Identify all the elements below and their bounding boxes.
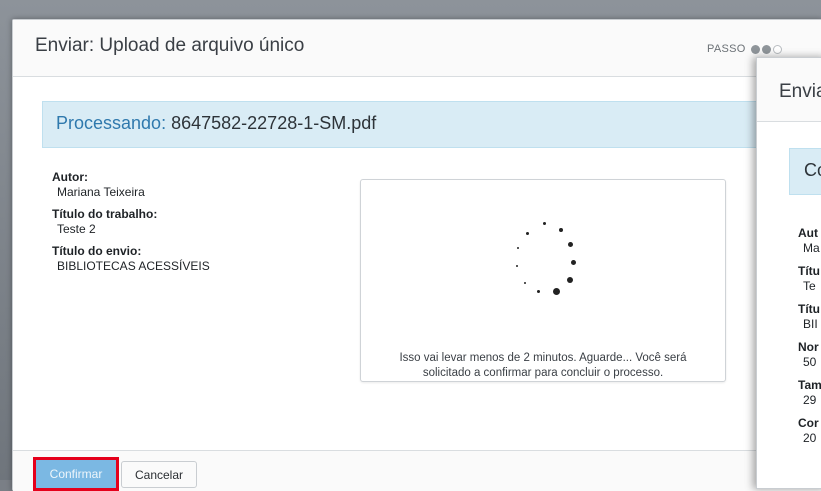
step-dot-3 bbox=[772, 44, 782, 54]
processing-message: Isso vai levar menos de 2 minutos. Aguar… bbox=[399, 352, 687, 379]
m2-meta-item: Cor 20 bbox=[798, 416, 821, 445]
step-dots bbox=[750, 44, 784, 54]
meta-work-title: Título do trabalho: Teste 2 bbox=[52, 207, 210, 236]
m2-meta-item: Títu Te bbox=[798, 264, 821, 293]
overlapping-modal-banner: Co bbox=[789, 148, 821, 195]
m2-meta-item: Aut Ma bbox=[798, 226, 821, 255]
meta-value: BIBLIOTECAS ACESSÍVEIS bbox=[57, 259, 210, 273]
spinner-dot bbox=[516, 265, 518, 267]
spinner-dot bbox=[568, 242, 573, 247]
spinner-dot bbox=[553, 288, 560, 295]
modal-footer: Confirmar Cancelar bbox=[13, 450, 821, 491]
spinner-dot bbox=[526, 232, 529, 235]
step-label: PASSO bbox=[707, 43, 746, 55]
spinner-dot bbox=[524, 282, 526, 284]
meta-label: Título do envio: bbox=[52, 244, 142, 258]
step-indicator: PASSO bbox=[707, 43, 784, 55]
spinner-dot bbox=[559, 228, 563, 232]
spinner-dot bbox=[543, 222, 546, 225]
meta-label: Autor: bbox=[52, 170, 88, 184]
spinner-dot bbox=[571, 260, 576, 265]
meta-value: Mariana Teixeira bbox=[57, 185, 145, 199]
modal-header: Enviar: Upload de arquivo único PASSO bbox=[13, 20, 821, 77]
meta-value: Teste 2 bbox=[57, 222, 96, 236]
overlapping-modal-header: Envia bbox=[757, 58, 821, 122]
m2-meta-label: Tam bbox=[798, 378, 821, 392]
spinner-dot bbox=[567, 277, 573, 283]
m2-meta-item: Títu BII bbox=[798, 302, 821, 331]
processing-banner: Processando: 8647582-22728-1-SM.pdf bbox=[42, 101, 821, 148]
m2-meta-label: Títu bbox=[798, 264, 820, 278]
m2-meta-value: Te bbox=[803, 279, 816, 293]
m2-meta-item: Tam 29 bbox=[798, 378, 821, 407]
m2-meta-value: BII bbox=[803, 317, 818, 331]
overlapping-modal-metadata: Aut Ma Títu Te Títu BII Nor 50 Tam 29 Co… bbox=[798, 226, 821, 454]
meta-submission-title: Título do envio: BIBLIOTECAS ACESSÍVEIS bbox=[52, 244, 210, 273]
m2-meta-label: Cor bbox=[798, 416, 819, 430]
spinner-dot bbox=[537, 290, 540, 293]
processing-label: Processando: bbox=[56, 113, 167, 133]
step-dot-1 bbox=[750, 44, 760, 54]
m2-meta-item: Nor 50 bbox=[798, 340, 821, 369]
overlapping-modal-title: Envia bbox=[779, 81, 821, 102]
m2-meta-label: Nor bbox=[798, 340, 819, 354]
modal-title: Enviar: Upload de arquivo único bbox=[35, 35, 305, 56]
processing-filename: 8647582-22728-1-SM.pdf bbox=[171, 113, 377, 133]
m2-meta-label: Aut bbox=[798, 226, 818, 240]
step-dot-2 bbox=[761, 44, 771, 54]
cancel-button[interactable]: Cancelar bbox=[121, 461, 197, 488]
m2-meta-value: 50 bbox=[803, 355, 817, 369]
m2-meta-value: 20 bbox=[803, 431, 817, 445]
overlapping-modal: Envia Co Aut Ma Títu Te Títu BII Nor 50 … bbox=[756, 57, 821, 489]
spinner-dot bbox=[517, 247, 519, 249]
m2-meta-value: Ma bbox=[803, 241, 820, 255]
meta-label: Título do trabalho: bbox=[52, 207, 158, 221]
m2-meta-label: Títu bbox=[798, 302, 820, 316]
upload-modal: Enviar: Upload de arquivo único PASSO Pr… bbox=[12, 19, 821, 491]
processing-text: Processando: 8647582-22728-1-SM.pdf bbox=[56, 113, 376, 134]
submission-metadata: Autor: Mariana Teixeira Título do trabal… bbox=[52, 170, 210, 281]
m2-meta-value: 29 bbox=[803, 393, 817, 407]
confirm-button[interactable]: Confirmar bbox=[33, 457, 119, 491]
processing-card: Isso vai levar menos de 2 minutos. Aguar… bbox=[360, 179, 726, 382]
loading-spinner-icon bbox=[506, 220, 586, 310]
meta-author: Autor: Mariana Teixeira bbox=[52, 170, 210, 199]
overlapping-modal-banner-text: Co bbox=[804, 160, 821, 180]
